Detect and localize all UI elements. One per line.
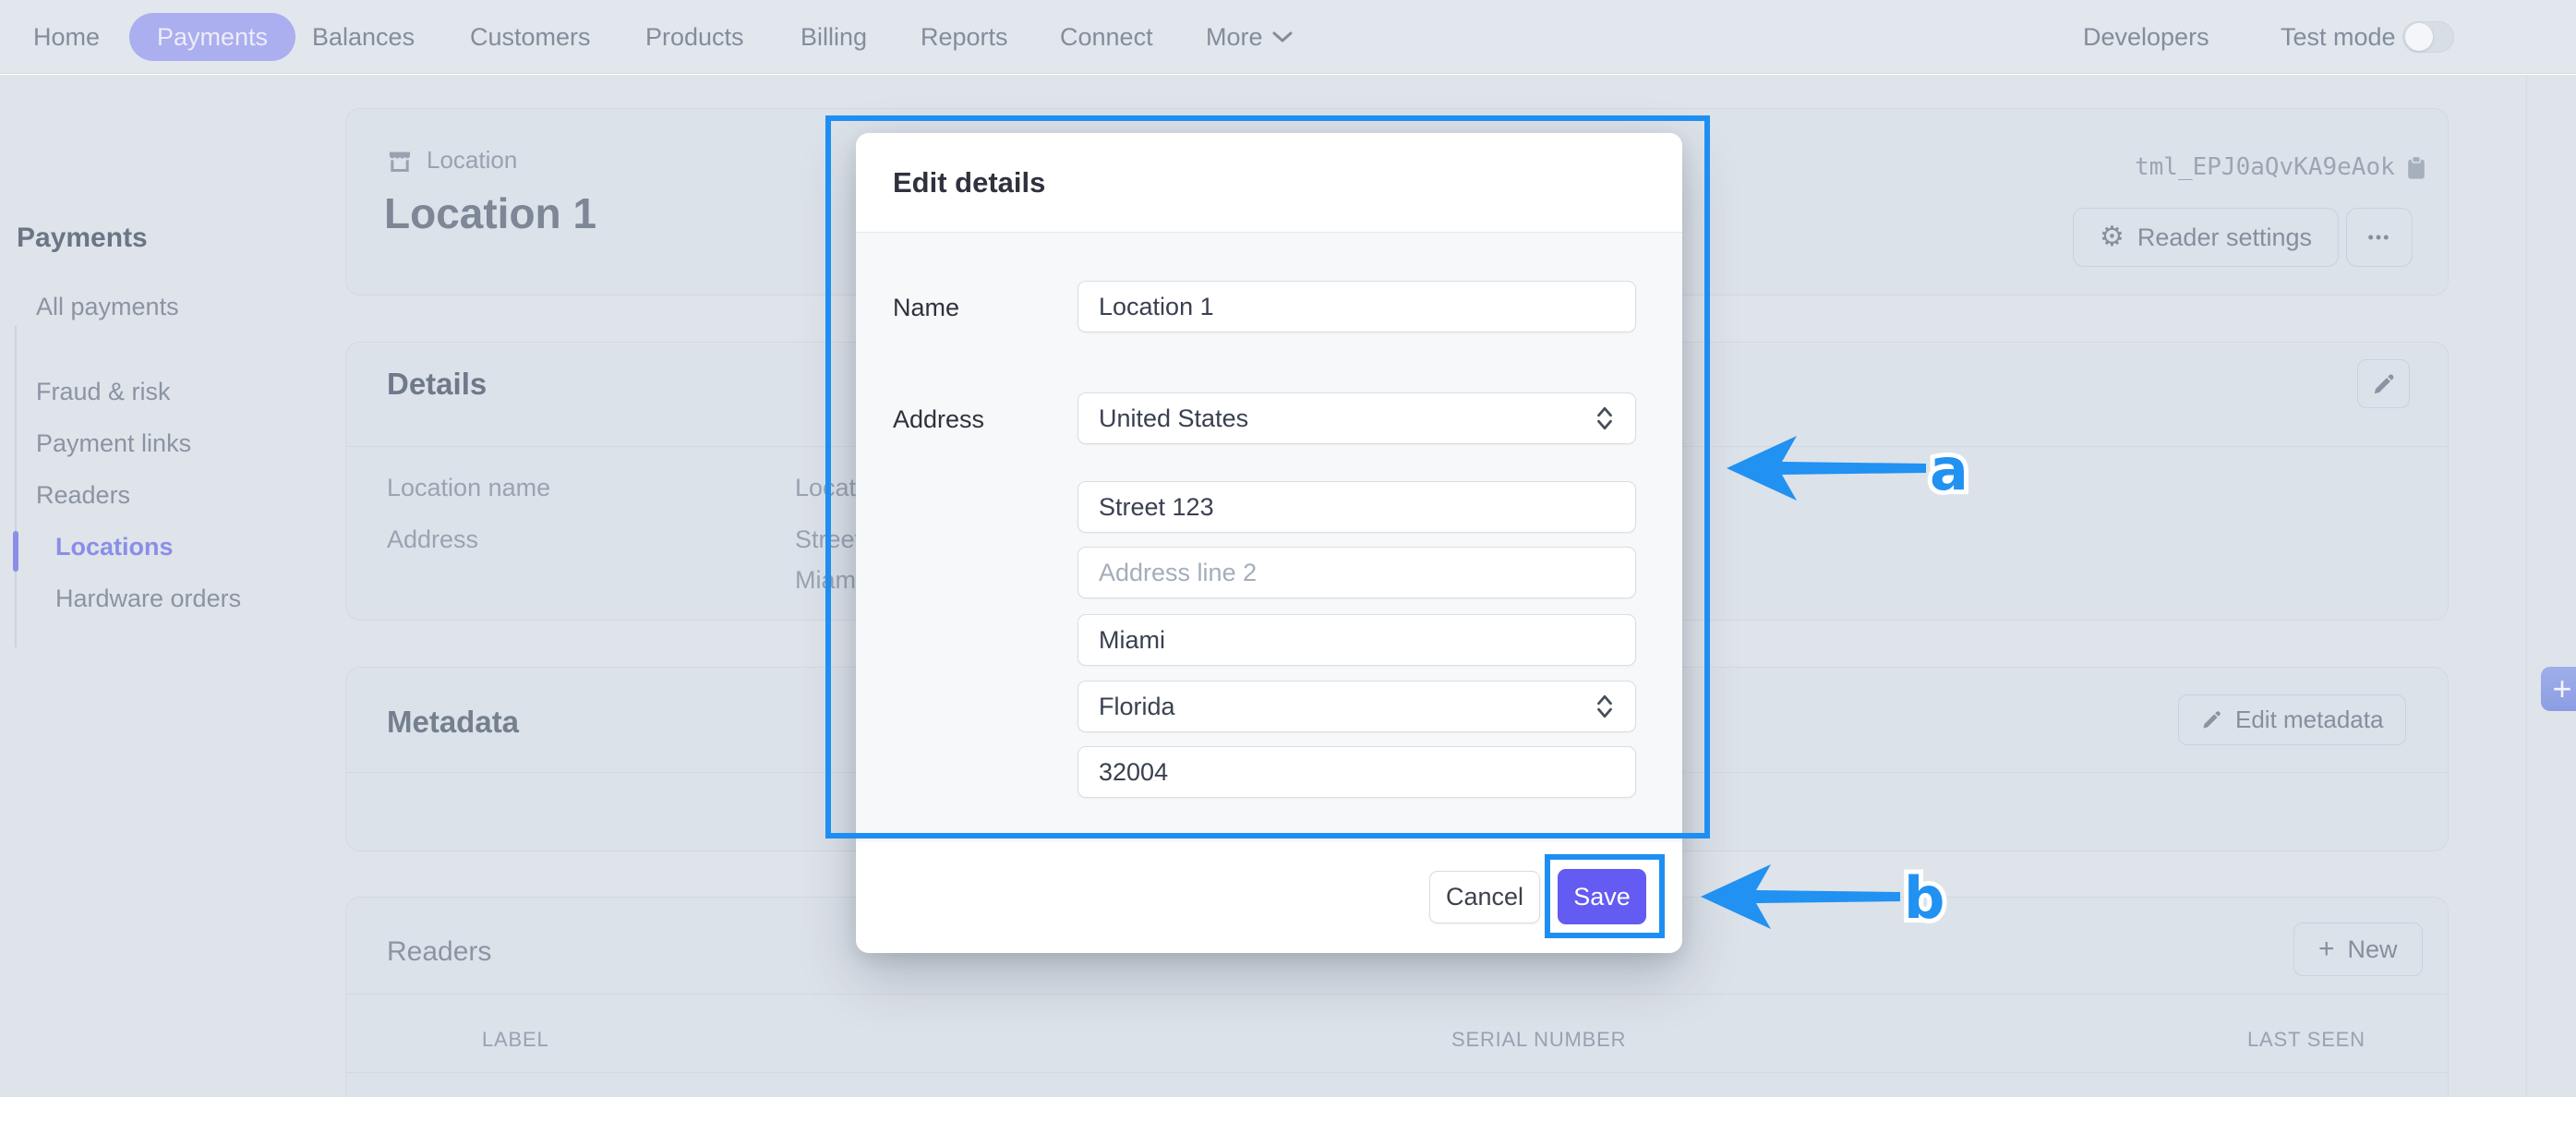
new-reader-button[interactable]: + New [2293,923,2423,976]
nav-item-more[interactable]: More [1206,0,1293,74]
clipboard-copy-icon[interactable] [2406,155,2426,180]
plus-icon: + [2318,934,2335,965]
top-nav: Home Payments Balances Customers Product… [0,0,2576,74]
zip-input[interactable] [1077,746,1636,798]
details-name-label: Location name [387,474,550,502]
state-select[interactable]: Florida [1077,681,1636,732]
sidebar-item-locations[interactable]: Locations [55,533,174,561]
pencil-icon [2201,709,2222,730]
modal-name-label: Name [893,294,959,322]
location-eyebrow: Location [386,146,517,175]
resource-id-value: tml_EPJ0aQvKA9eAok [2135,153,2395,181]
readers-divider-bottom [346,1072,2448,1073]
ellipsis-icon: ••• [2368,228,2391,247]
modal-title: Edit details [893,166,1045,199]
city-input[interactable] [1077,614,1636,666]
details-address-label: Address [387,525,478,554]
bottom-white-strip [0,1097,2576,1134]
column-header-serial-number: SERIAL NUMBER [1451,1028,1626,1052]
more-actions-button[interactable]: ••• [2346,208,2413,267]
edit-metadata-button[interactable]: Edit metadata [2178,694,2406,745]
select-chevrons-icon [1595,405,1615,431]
edit-metadata-label: Edit metadata [2235,706,2383,734]
select-chevrons-icon [1595,694,1615,719]
nav-item-customers[interactable]: Customers [470,0,591,74]
new-reader-label: New [2348,935,2398,964]
plus-icon: + [2552,670,2571,708]
column-header-label: LABEL [482,1028,549,1052]
nav-item-more-label: More [1206,23,1263,52]
pencil-icon [2372,372,2396,396]
sidebar-item-readers[interactable]: Readers [36,481,130,510]
reader-settings-label: Reader settings [2137,223,2312,252]
edit-details-modal: Edit details Name Address United States … [856,133,1682,953]
nav-item-balances[interactable]: Balances [312,0,415,74]
save-button[interactable]: Save [1558,869,1646,924]
storefront-icon [386,148,414,174]
nav-item-home[interactable]: Home [33,0,100,74]
name-input[interactable] [1077,281,1636,332]
sidebar-item-hardware-orders[interactable]: Hardware orders [55,585,241,613]
sidebar-item-fraud-risk[interactable]: Fraud & risk [36,378,171,406]
readers-card-title: Readers [387,936,491,968]
test-mode-label: Test mode [2281,0,2396,74]
nav-item-reports[interactable]: Reports [921,0,1008,74]
modal-header: Edit details [856,133,1682,233]
reader-settings-button[interactable]: ⚙ Reader settings [2073,208,2339,267]
test-mode-toggle[interactable] [2402,21,2454,53]
nav-item-developers[interactable]: Developers [2083,0,2209,74]
readers-divider-top [346,994,2448,995]
gear-icon: ⚙ [2100,223,2125,251]
nav-item-billing[interactable]: Billing [800,0,867,74]
resource-id: tml_EPJ0aQvKA9eAok [2135,153,2426,181]
location-eyebrow-label: Location [427,146,517,175]
toggle-knob [2405,23,2433,51]
sidebar-title: Payments [17,223,148,254]
modal-address-label: Address [893,405,984,434]
metadata-card-title: Metadata [387,705,519,740]
nav-item-payments[interactable]: Payments [129,13,295,61]
app-window: Home Payments Balances Customers Product… [0,0,2576,1134]
address-line2-input[interactable] [1077,547,1636,598]
nav-item-connect[interactable]: Connect [1060,0,1153,74]
country-select-value: United States [1099,404,1248,433]
sidebar: Payments All payments Fraud & risk Payme… [0,75,345,1097]
sidebar-active-indicator [13,531,18,572]
sidebar-item-all-payments[interactable]: All payments [36,293,179,321]
details-card-title: Details [387,367,487,402]
sidebar-tree-line [15,326,17,647]
edit-details-button[interactable] [2357,359,2410,408]
state-select-value: Florida [1099,693,1175,721]
nav-item-products[interactable]: Products [645,0,744,74]
right-rail-divider [2526,75,2527,1097]
address-line1-input[interactable] [1077,481,1636,533]
chevron-down-icon [1272,30,1293,43]
country-select[interactable]: United States [1077,392,1636,444]
feedback-plus-tab[interactable]: + [2541,667,2576,711]
column-header-last-seen: LAST SEEN [2247,1028,2365,1052]
sidebar-item-payment-links[interactable]: Payment links [36,429,191,458]
page-title: Location 1 [384,188,596,238]
cancel-button[interactable]: Cancel [1429,871,1540,923]
